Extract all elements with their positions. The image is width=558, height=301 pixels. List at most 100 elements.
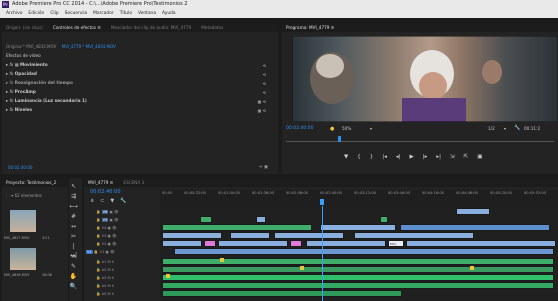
go-to-in-icon[interactable]: |◂ xyxy=(382,154,387,160)
rolling-edit-tool-icon[interactable]: # xyxy=(69,212,78,221)
zoom-tool-icon[interactable]: 🔍 xyxy=(69,282,78,291)
menu-secuencia[interactable]: Secuencia xyxy=(65,9,88,18)
program-scrubber[interactable] xyxy=(286,136,554,142)
track-header-a3[interactable]: 🔒 A3 M S xyxy=(96,274,160,282)
source-patch-v1[interactable]: V1 xyxy=(86,250,93,254)
play-icon[interactable]: ▶ xyxy=(409,154,413,160)
reset-icon[interactable]: ⟲ xyxy=(263,81,266,86)
wrench-icon[interactable]: 🔧 xyxy=(514,125,520,131)
effect-procamp[interactable]: ▸ fx ProcAmp xyxy=(6,88,36,96)
menu-ayuda[interactable]: Ayuda xyxy=(162,9,176,18)
add-marker-icon[interactable]: ▼ xyxy=(110,198,114,204)
track-header-v4[interactable]: 🔒 V4 ▣ 👁 xyxy=(96,224,160,232)
mark-in-icon[interactable]: { xyxy=(357,154,361,160)
slide-tool-icon[interactable]: ⇹ xyxy=(69,252,78,261)
video-clip[interactable] xyxy=(456,208,490,215)
adjustment-clip[interactable] xyxy=(380,216,388,223)
video-clip[interactable]: MVI_ xyxy=(388,240,404,247)
video-clip[interactable] xyxy=(174,248,554,255)
mark-out-icon[interactable]: } xyxy=(370,154,374,160)
linked-selection-icon[interactable]: ⊂ xyxy=(100,198,104,204)
video-clip[interactable] xyxy=(218,240,288,247)
track-header-a1[interactable]: 🔒 A1 M S xyxy=(96,258,160,266)
effect-motion[interactable]: ▸ fx ▦ Movimiento xyxy=(6,61,48,69)
effect-opacity[interactable]: ▸ fx Opacidad xyxy=(6,70,37,78)
pink-clip[interactable] xyxy=(204,240,216,247)
track-header-v3[interactable]: 🔒 V3 ▣ 👁 xyxy=(96,232,160,240)
video-clip[interactable] xyxy=(406,240,556,247)
effect-levels[interactable]: ▸ fx Niveles xyxy=(6,106,32,114)
pink-clip[interactable] xyxy=(290,240,302,247)
video-clip[interactable] xyxy=(162,240,202,247)
ripple-edit-tool-icon[interactable]: ⟷ xyxy=(69,202,78,211)
selection-tool-icon[interactable]: ↖ xyxy=(69,182,78,191)
keyframe-marker[interactable] xyxy=(470,266,474,270)
export-frame-icon[interactable]: ⇥ ▣ xyxy=(259,165,268,170)
audio-clip[interactable] xyxy=(162,282,554,289)
program-timecode[interactable]: 00:02:40:00 xyxy=(286,126,313,131)
audio-clip[interactable] xyxy=(162,266,554,273)
quality-select[interactable]: 1/2 xyxy=(488,126,495,131)
track-header-v5[interactable]: 🔒 V5 ▣ 👁 xyxy=(96,216,160,224)
step-forward-icon[interactable]: |▸ xyxy=(423,154,428,160)
timeline-timecode[interactable]: 00:02:40:00 xyxy=(90,189,121,195)
keyframe-marker[interactable] xyxy=(300,266,304,270)
playhead[interactable] xyxy=(338,136,341,142)
adjustment-clip[interactable] xyxy=(162,224,312,231)
tab-sequence-mvi4779[interactable]: MVI_4779 ≡ xyxy=(88,180,113,185)
effect-luma[interactable]: ▸ fx Luminancia (Luz secundaria 1) xyxy=(6,97,87,105)
mask-reset-icon[interactable]: ▦ ⟲ xyxy=(258,108,266,113)
marker-icon[interactable]: ▼ xyxy=(344,154,348,160)
playhead-handle[interactable] xyxy=(320,199,324,205)
tab-source[interactable]: Origen: (sin clips) xyxy=(6,25,43,30)
track-select-tool-icon[interactable]: ⇶ xyxy=(69,192,78,201)
reset-icon[interactable]: ⟲ xyxy=(263,63,266,68)
sequence-clip-label[interactable]: MVI_4779 * MVI_4834.MOV xyxy=(62,44,116,49)
menu-clip[interactable]: Clip xyxy=(50,9,58,18)
thumbnail[interactable] xyxy=(10,210,36,232)
tab-sequence-escena3[interactable]: ESCENA 3 xyxy=(123,180,144,185)
menu-ventana[interactable]: Ventana xyxy=(138,9,156,18)
razor-tool-icon[interactable]: ✂ xyxy=(69,232,78,241)
video-clip[interactable] xyxy=(256,216,266,223)
settings-wrench-icon[interactable]: 🔧 xyxy=(120,198,126,204)
step-back-icon[interactable]: ◂| xyxy=(396,154,401,160)
video-clip[interactable] xyxy=(320,224,396,231)
keyframe-marker[interactable] xyxy=(166,274,170,278)
timeline-tracks-area[interactable]: MVI_ xyxy=(160,206,558,301)
tab-metadata[interactable]: Metadatos xyxy=(201,25,223,30)
mask-reset-icon[interactable]: ▦ ⟲ xyxy=(258,99,266,104)
reset-icon[interactable]: ⟲ xyxy=(263,90,266,95)
insert-icon[interactable]: ⇲ xyxy=(450,154,455,160)
zoom-select[interactable]: 50% xyxy=(342,126,351,131)
chevron-down-icon[interactable]: ▾ xyxy=(504,126,506,131)
menu-edicion[interactable]: Edición xyxy=(28,9,44,18)
hand-tool-icon[interactable]: ✋ xyxy=(69,272,78,281)
video-clip[interactable] xyxy=(162,232,222,239)
reset-icon[interactable]: ⟲ xyxy=(263,72,266,77)
video-clip[interactable] xyxy=(400,224,550,231)
playhead-line[interactable] xyxy=(322,206,323,301)
track-header-a5[interactable]: 🔒 A5 M S xyxy=(96,290,160,298)
go-to-out-icon[interactable]: ▸| xyxy=(436,154,441,160)
track-header-v1[interactable]: V1 🔒 V1 ▣ 👁 xyxy=(86,248,160,256)
project-item-name[interactable]: MVI_4836.MOV xyxy=(4,273,30,277)
menu-marcador[interactable]: Marcador xyxy=(93,9,114,18)
track-header-v2[interactable]: 🔒 V2 ▣ 👁 xyxy=(96,240,160,248)
tab-audio-clip-mixer[interactable]: Mezclador del clip de audio: MVI_4779 xyxy=(111,25,191,30)
keyframe-marker[interactable] xyxy=(220,258,224,262)
effect-controls-timecode[interactable]: 00:02:40:00 xyxy=(8,165,32,170)
effect-time-remap[interactable]: ▸ fx Reasignación del tiempo xyxy=(6,79,73,87)
adjustment-clip[interactable] xyxy=(200,216,212,223)
menu-archivo[interactable]: Archivo xyxy=(6,9,22,18)
export-frame-icon[interactable]: ▣ xyxy=(477,154,482,160)
track-header-a2[interactable]: 🔒 A2 M S xyxy=(96,266,160,274)
menu-titulo[interactable]: Título xyxy=(120,9,132,18)
video-clip[interactable] xyxy=(274,232,344,239)
pen-tool-icon[interactable]: ✎ xyxy=(69,262,78,271)
timeline-ruler[interactable]: 00:00 00:00:32:00 00:01:04:00 00:01:36:0… xyxy=(160,190,558,206)
track-header-a4[interactable]: 🔒 A4 M S xyxy=(96,282,160,290)
snap-icon[interactable]: ⋔ xyxy=(90,198,94,204)
rate-stretch-tool-icon[interactable]: ↔ xyxy=(69,222,78,231)
thumbnail[interactable] xyxy=(10,248,36,270)
